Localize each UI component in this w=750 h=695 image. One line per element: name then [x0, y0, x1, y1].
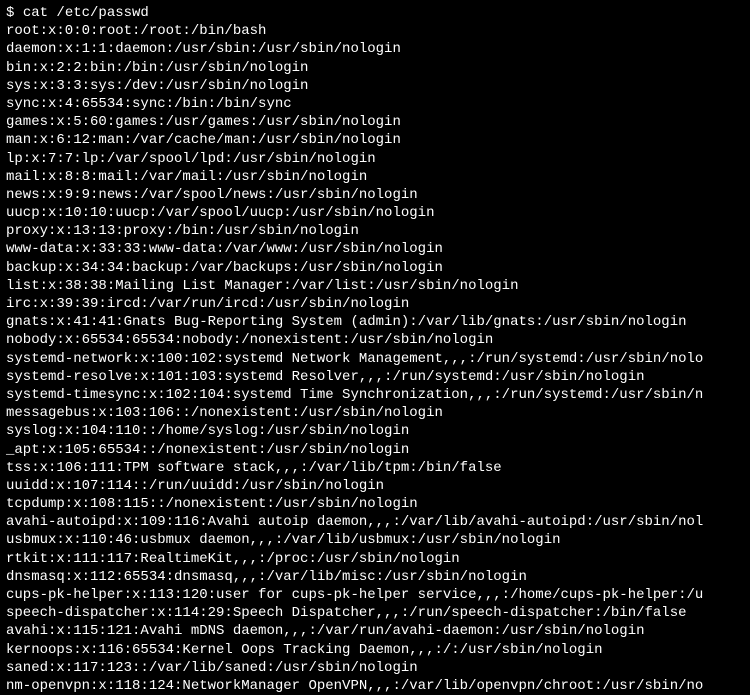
output-line: sync:x:4:65534:sync:/bin:/bin/sync	[6, 95, 744, 113]
output-line: messagebus:x:103:106::/nonexistent:/usr/…	[6, 404, 744, 422]
output-line: games:x:5:60:games:/usr/games:/usr/sbin/…	[6, 113, 744, 131]
output-line: _apt:x:105:65534::/nonexistent:/usr/sbin…	[6, 441, 744, 459]
command-line: $ cat /etc/passwd	[6, 4, 744, 22]
output-line: kernoops:x:116:65534:Kernel Oops Trackin…	[6, 641, 744, 659]
output-line: irc:x:39:39:ircd:/var/run/ircd:/usr/sbin…	[6, 295, 744, 313]
output-line: nobody:x:65534:65534:nobody:/nonexistent…	[6, 331, 744, 349]
output-line: uuidd:x:107:114::/run/uuidd:/usr/sbin/no…	[6, 477, 744, 495]
output-line: news:x:9:9:news:/var/spool/news:/usr/sbi…	[6, 186, 744, 204]
output-line: sys:x:3:3:sys:/dev:/usr/sbin/nologin	[6, 77, 744, 95]
output-line: bin:x:2:2:bin:/bin:/usr/sbin/nologin	[6, 59, 744, 77]
output-line: list:x:38:38:Mailing List Manager:/var/l…	[6, 277, 744, 295]
output-container: root:x:0:0:root:/root:/bin/bashdaemon:x:…	[6, 22, 744, 695]
output-line: tcpdump:x:108:115::/nonexistent:/usr/sbi…	[6, 495, 744, 513]
output-line: avahi:x:115:121:Avahi mDNS daemon,,,:/va…	[6, 622, 744, 640]
output-line: systemd-network:x:100:102:systemd Networ…	[6, 350, 744, 368]
output-line: dnsmasq:x:112:65534:dnsmasq,,,:/var/lib/…	[6, 568, 744, 586]
output-line: systemd-timesync:x:102:104:systemd Time …	[6, 386, 744, 404]
terminal-output[interactable]: $ cat /etc/passwd root:x:0:0:root:/root:…	[6, 4, 744, 687]
output-line: saned:x:117:123::/var/lib/saned:/usr/sbi…	[6, 659, 744, 677]
output-line: tss:x:106:111:TPM software stack,,,:/var…	[6, 459, 744, 477]
shell-prompt: $	[6, 5, 23, 21]
output-line: systemd-resolve:x:101:103:systemd Resolv…	[6, 368, 744, 386]
output-line: man:x:6:12:man:/var/cache/man:/usr/sbin/…	[6, 131, 744, 149]
output-line: www-data:x:33:33:www-data:/var/www:/usr/…	[6, 240, 744, 258]
output-line: lp:x:7:7:lp:/var/spool/lpd:/usr/sbin/nol…	[6, 150, 744, 168]
command-text: cat /etc/passwd	[23, 5, 149, 21]
output-line: cups-pk-helper:x:113:120:user for cups-p…	[6, 586, 744, 604]
output-line: usbmux:x:110:46:usbmux daemon,,,:/var/li…	[6, 531, 744, 549]
output-line: proxy:x:13:13:proxy:/bin:/usr/sbin/nolog…	[6, 222, 744, 240]
output-line: root:x:0:0:root:/root:/bin/bash	[6, 22, 744, 40]
output-line: mail:x:8:8:mail:/var/mail:/usr/sbin/nolo…	[6, 168, 744, 186]
output-line: gnats:x:41:41:Gnats Bug-Reporting System…	[6, 313, 744, 331]
output-line: backup:x:34:34:backup:/var/backups:/usr/…	[6, 259, 744, 277]
output-line: syslog:x:104:110::/home/syslog:/usr/sbin…	[6, 422, 744, 440]
output-line: uucp:x:10:10:uucp:/var/spool/uucp:/usr/s…	[6, 204, 744, 222]
output-line: nm-openvpn:x:118:124:NetworkManager Open…	[6, 677, 744, 695]
output-line: speech-dispatcher:x:114:29:Speech Dispat…	[6, 604, 744, 622]
output-line: daemon:x:1:1:daemon:/usr/sbin:/usr/sbin/…	[6, 40, 744, 58]
output-line: avahi-autoipd:x:109:116:Avahi autoip dae…	[6, 513, 744, 531]
output-line: rtkit:x:111:117:RealtimeKit,,,:/proc:/us…	[6, 550, 744, 568]
